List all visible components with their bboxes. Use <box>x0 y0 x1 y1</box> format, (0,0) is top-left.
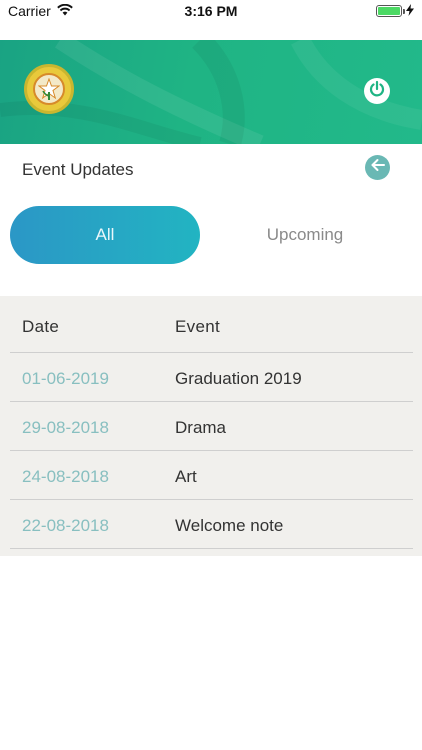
arrow-left-icon <box>370 157 386 178</box>
status-time: 3:16 PM <box>184 3 238 19</box>
charging-icon <box>406 3 414 19</box>
battery-level <box>378 7 400 15</box>
battery-icon <box>376 5 405 17</box>
status-right <box>376 3 414 19</box>
column-header-date: Date <box>22 317 60 336</box>
column-header-event: Event <box>175 317 220 336</box>
wifi-icon <box>56 3 73 19</box>
logout-button[interactable] <box>364 78 390 104</box>
event-name: Drama <box>175 418 227 437</box>
event-date: 01-06-2019 <box>22 369 109 388</box>
school-logo <box>24 64 74 114</box>
back-button[interactable] <box>365 155 390 180</box>
status-bar: Carrier 3:16 PM <box>0 0 422 22</box>
event-name: Graduation 2019 <box>175 369 302 388</box>
tab-all[interactable]: All <box>10 206 200 264</box>
table-row[interactable]: 01-06-2019 Graduation 2019 <box>10 353 413 402</box>
app-header <box>0 40 422 144</box>
event-name: Welcome note <box>175 516 284 535</box>
events-table: Date Event 01-06-2019 Graduation 2019 29… <box>0 296 422 556</box>
carrier-label: Carrier <box>8 3 51 19</box>
page-title: Event Updates <box>22 160 134 179</box>
power-icon <box>368 80 386 103</box>
event-filter-tabs: All Upcoming <box>10 206 412 264</box>
table-header: Date Event <box>10 296 413 353</box>
event-date: 22-08-2018 <box>22 516 109 535</box>
event-date: 29-08-2018 <box>22 418 109 437</box>
event-name: Art <box>175 467 197 486</box>
table-row[interactable]: 29-08-2018 Drama <box>10 402 413 451</box>
title-row: Event Updates <box>0 148 422 192</box>
table-row[interactable]: 24-08-2018 Art <box>10 451 413 500</box>
table-row[interactable]: 22-08-2018 Welcome note <box>10 500 413 549</box>
school-emblem-icon <box>33 73 65 105</box>
tab-upcoming[interactable]: Upcoming <box>200 206 410 264</box>
event-date: 24-08-2018 <box>22 467 109 486</box>
status-left: Carrier <box>8 3 73 19</box>
